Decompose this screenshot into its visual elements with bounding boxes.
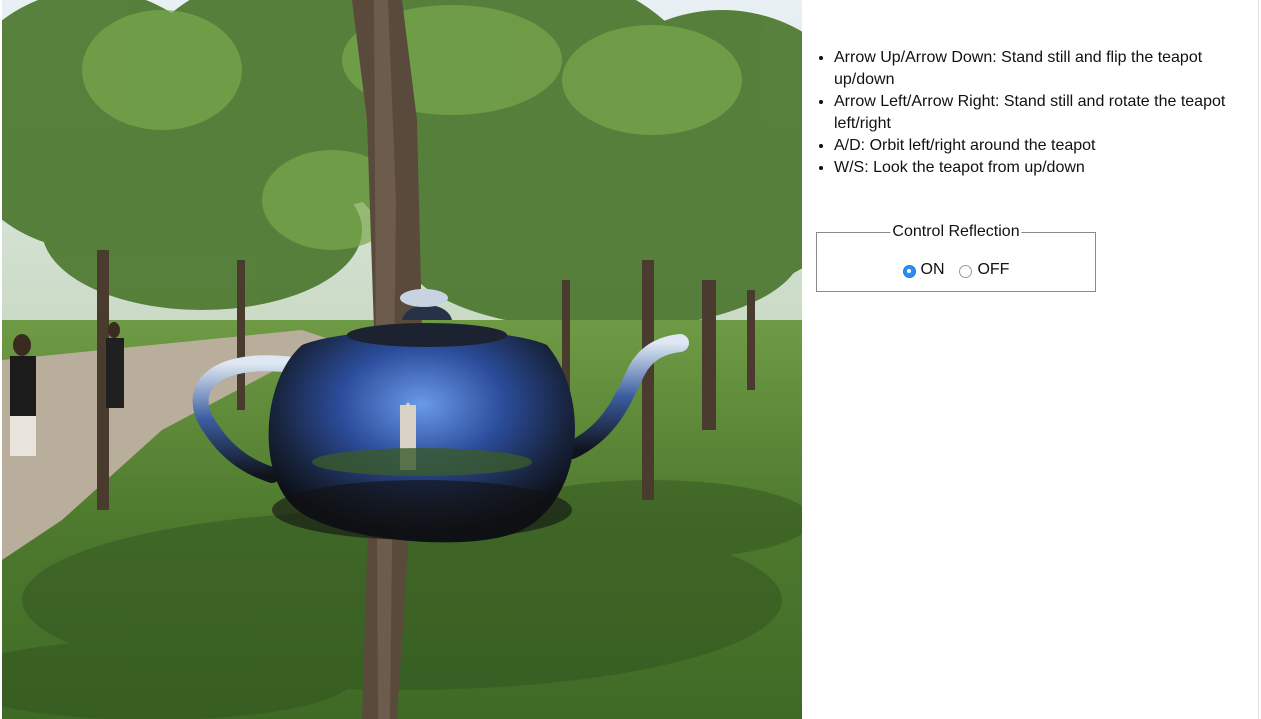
radio-on-checked-icon[interactable] <box>902 264 916 278</box>
list-item: Arrow Left/Arrow Right: Stand still and … <box>834 91 1261 135</box>
radio-off-unchecked-icon[interactable] <box>959 264 973 278</box>
reflection-fieldset: Control Reflection ON OFF <box>816 222 1096 292</box>
reflection-on-option[interactable]: ON <box>902 260 945 280</box>
reflection-off-option[interactable]: OFF <box>959 260 1009 280</box>
page-divider <box>1258 0 1259 719</box>
list-item: W/S: Look the teapot from up/down <box>834 157 1261 179</box>
webgl-canvas[interactable] <box>2 0 802 719</box>
list-item: A/D: Orbit left/right around the teapot <box>834 135 1261 157</box>
keyboard-controls-list: Arrow Up/Arrow Down: Stand still and fli… <box>816 47 1261 179</box>
page: Arrow Up/Arrow Down: Stand still and fli… <box>0 0 1261 719</box>
teapot-scene-illustration <box>2 0 802 719</box>
reflection-legend: Control Reflection <box>890 222 1022 242</box>
radio-on-label: ON <box>920 261 945 278</box>
radio-off-label: OFF <box>977 261 1010 278</box>
reflection-radio-group: ON OFF <box>817 260 1095 283</box>
list-item: Arrow Up/Arrow Down: Stand still and fli… <box>834 47 1261 91</box>
